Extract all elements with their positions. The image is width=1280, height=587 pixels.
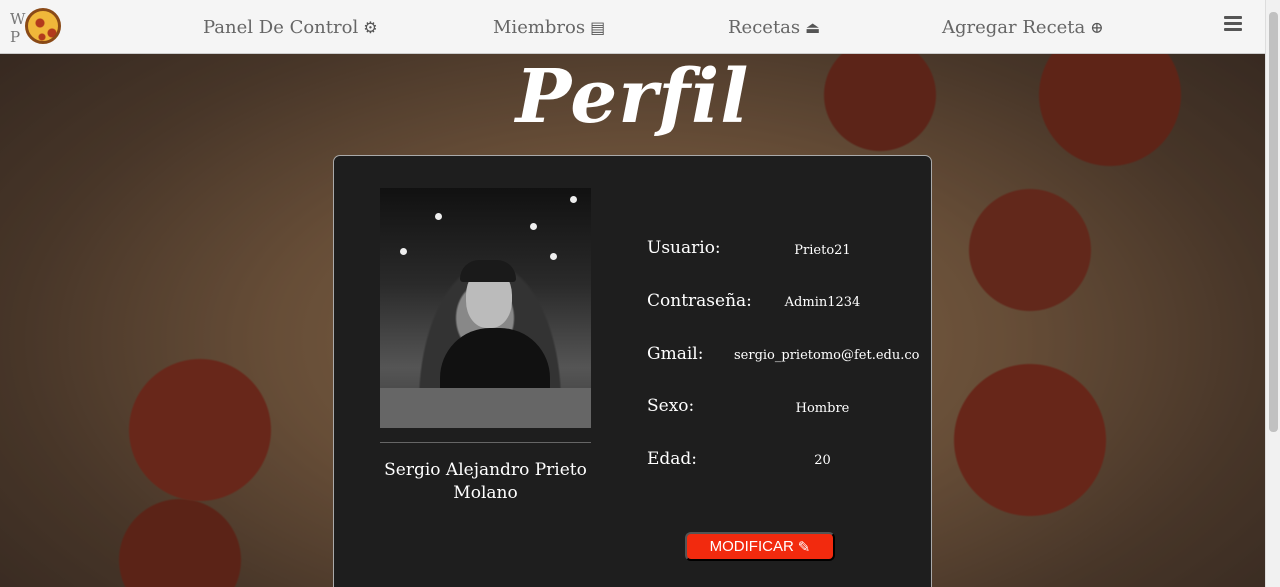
- nav-label: Recetas: [728, 17, 801, 38]
- label-sexo: Sexo:: [647, 396, 695, 416]
- value-contrasena: Admin1234: [784, 295, 861, 310]
- page-title: Perfil: [515, 54, 750, 140]
- plus-circle-icon: ⊕: [1090, 18, 1104, 37]
- value-gmail: sergio_prietomo@fet.edu.co: [734, 348, 920, 363]
- nav-label: Panel De Control: [203, 17, 359, 38]
- nav-label: Miembros: [493, 17, 586, 38]
- value-usuario: Prieto21: [794, 243, 851, 258]
- label-usuario: Usuario:: [647, 238, 721, 258]
- id-card-icon: ▤: [590, 18, 606, 37]
- hamburger-menu-icon[interactable]: [1224, 16, 1242, 32]
- profile-card: Sergio Alejandro Prieto Molano Usuario: …: [333, 155, 932, 587]
- nav-label: Agregar Receta: [942, 17, 1086, 38]
- profile-name: Sergio Alejandro Prieto Molano: [384, 460, 587, 503]
- profile-photo: [380, 188, 591, 428]
- nav-panel-de-control[interactable]: Panel De Control ⚙: [203, 17, 378, 38]
- cloche-icon: ⏏: [805, 18, 821, 37]
- user-edit-icon: ✎: [797, 538, 811, 556]
- value-sexo: Hombre: [795, 401, 850, 416]
- gears-icon: ⚙: [363, 18, 378, 37]
- label-edad: Edad:: [647, 449, 698, 469]
- photo-divider: [380, 442, 591, 443]
- modify-label: MODIFICAR: [709, 538, 794, 555]
- label-gmail: Gmail:: [647, 344, 704, 364]
- modify-button[interactable]: MODIFICAR ✎: [685, 532, 835, 561]
- scrollbar-thumb[interactable]: [1269, 12, 1278, 432]
- pizza-logo-icon: [25, 8, 61, 44]
- logo[interactable]: W P: [10, 8, 72, 48]
- nav-miembros[interactable]: Miembros ▤: [493, 17, 605, 38]
- nav-agregar-receta[interactable]: Agregar Receta ⊕: [942, 17, 1104, 38]
- navbar: W P Panel De Control ⚙ Miembros ▤ Receta…: [0, 0, 1265, 54]
- nav-recetas[interactable]: Recetas ⏏: [728, 17, 820, 38]
- scrollbar[interactable]: [1265, 0, 1280, 587]
- value-edad: 20: [814, 453, 831, 468]
